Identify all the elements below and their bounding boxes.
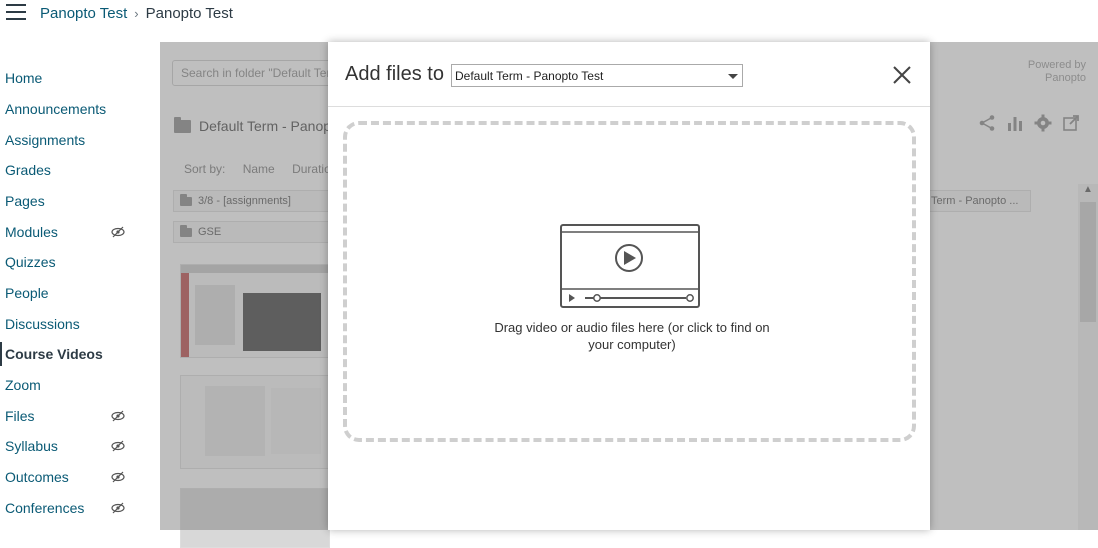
hidden-eye-icon xyxy=(111,226,125,238)
nav-conferences[interactable]: Conferences xyxy=(0,496,160,520)
hidden-eye-icon xyxy=(111,440,125,452)
top-bar: Panopto Test › Panopto Test xyxy=(0,0,1098,42)
nav-label: Modules xyxy=(5,224,58,240)
breadcrumb: Panopto Test › Panopto Test xyxy=(40,5,233,22)
drop-instructions: Drag video or audio files here (or click… xyxy=(494,320,770,352)
nav-outcomes[interactable]: Outcomes xyxy=(0,465,160,489)
dialog-title: Add files to xyxy=(345,63,444,85)
close-icon[interactable] xyxy=(891,64,913,86)
video-player-icon xyxy=(560,224,700,308)
nav-label: Pages xyxy=(5,193,45,209)
nav-label: Quizzes xyxy=(5,254,56,270)
nav-files[interactable]: Files xyxy=(0,404,160,428)
nav-label: Assignments xyxy=(5,132,86,148)
nav-assignments[interactable]: Assignments xyxy=(0,128,160,152)
nav-course-videos[interactable]: Course Videos xyxy=(0,342,160,366)
hidden-eye-icon xyxy=(111,410,125,422)
nav-syllabus[interactable]: Syllabus xyxy=(0,434,160,458)
nav-zoom[interactable]: Zoom xyxy=(0,373,160,397)
hidden-eye-icon xyxy=(111,502,125,514)
nav-label: Zoom xyxy=(5,377,41,393)
nav-label: Announcements xyxy=(5,101,107,117)
nav-label: Course Videos xyxy=(5,346,103,362)
nav-announcements[interactable]: Announcements xyxy=(0,97,160,121)
nav-label: Discussions xyxy=(5,316,80,332)
course-nav: Home Announcements Assignments Grades Pa… xyxy=(0,42,160,530)
selected-folder: Default Term - Panopto Test xyxy=(455,69,604,83)
nav-people[interactable]: People xyxy=(0,281,160,305)
nav-label: Home xyxy=(5,70,43,86)
nav-home[interactable]: Home xyxy=(0,66,160,90)
nav-label: Grades xyxy=(5,162,51,178)
nav-label: People xyxy=(5,285,49,301)
nav-grades[interactable]: Grades xyxy=(0,158,160,182)
nav-label: Conferences xyxy=(5,500,85,516)
file-drop-zone[interactable]: Drag video or audio files here (or click… xyxy=(343,121,916,442)
nav-label: Syllabus xyxy=(5,438,58,454)
breadcrumb-separator: › xyxy=(134,6,139,21)
hidden-eye-icon xyxy=(111,471,125,483)
nav-discussions[interactable]: Discussions xyxy=(0,312,160,336)
nav-label: Files xyxy=(5,408,35,424)
breadcrumb-current: Panopto Test xyxy=(145,5,233,22)
hamburger-menu-icon[interactable] xyxy=(6,4,26,20)
nav-pages[interactable]: Pages xyxy=(0,189,160,213)
chevron-down-icon xyxy=(728,74,738,79)
destination-folder-select[interactable]: Default Term - Panopto Test xyxy=(451,64,743,87)
nav-quizzes[interactable]: Quizzes xyxy=(0,250,160,274)
dialog-header: Add files to Default Term - Panopto Test xyxy=(328,42,930,107)
nav-modules[interactable]: Modules xyxy=(0,220,160,244)
add-files-dialog: Add files to Default Term - Panopto Test… xyxy=(328,42,930,530)
nav-label: Outcomes xyxy=(5,469,69,485)
breadcrumb-course-link[interactable]: Panopto Test xyxy=(40,5,127,22)
